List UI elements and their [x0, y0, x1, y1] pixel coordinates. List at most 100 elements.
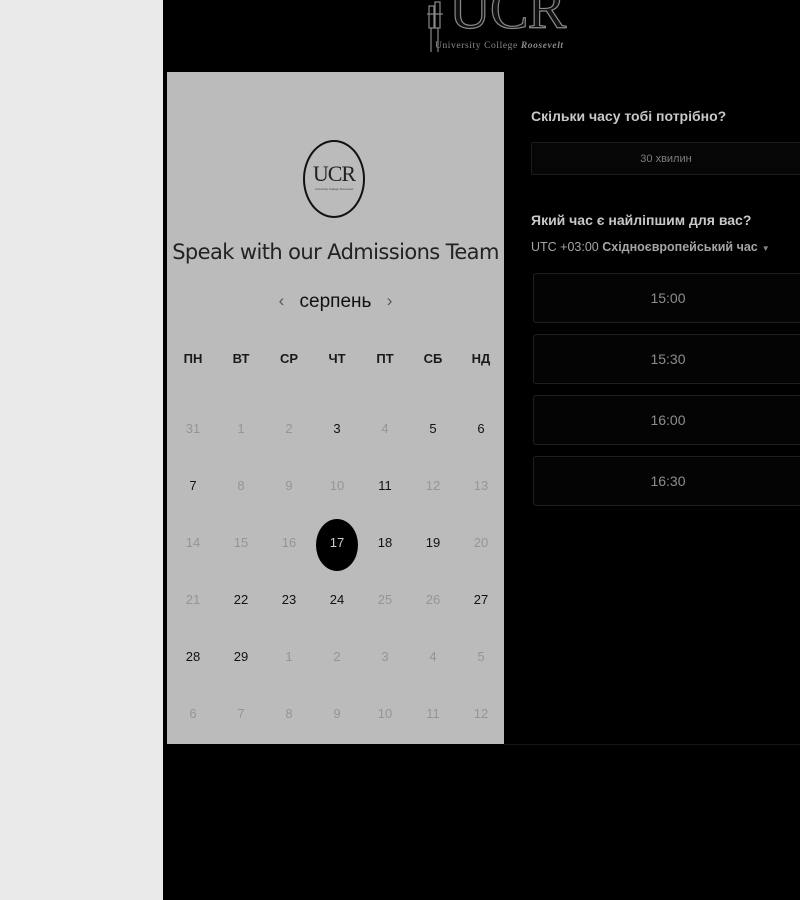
calendar-day: 25 [361, 571, 409, 628]
calendar-day: 8 [217, 457, 265, 514]
day-number: 21 [185, 592, 201, 607]
day-number: 4 [429, 649, 437, 664]
timezone-selector[interactable]: UTC +03:00 Східноєвропейський час ▼ [531, 240, 770, 254]
weekday-label: ЧТ [328, 351, 346, 366]
logo-subtitle: University College Roosevelt [435, 41, 564, 51]
time-slot-button[interactable]: 16:00 [533, 395, 800, 445]
weekday-label: СБ [423, 351, 443, 366]
time-slot-button[interactable]: 15:30 [533, 334, 800, 384]
logo-letters: UCR [448, 0, 566, 41]
day-number: 9 [285, 478, 293, 493]
calendar-day: 14 [169, 514, 217, 571]
day-number: 24 [329, 592, 345, 607]
calendar-day: 2 [313, 628, 361, 685]
calendar-day[interactable]: 22 [217, 571, 265, 628]
day-number: 4 [381, 421, 389, 436]
calendar-day: 2 [265, 400, 313, 457]
day-number: 12 [425, 478, 441, 493]
calendar-day: 5 [457, 628, 505, 685]
calendar-day: 10 [313, 457, 361, 514]
calendar-day: 1 [265, 628, 313, 685]
time-slot-button[interactable]: 15:00 [533, 273, 800, 323]
calendar-day[interactable]: 3 [313, 400, 361, 457]
calendar-day[interactable]: 6 [457, 400, 505, 457]
weekday-label: ВТ [232, 351, 250, 366]
day-number: 11 [426, 706, 440, 721]
calendar-day[interactable]: 29 [217, 628, 265, 685]
calendar-day: 9 [313, 685, 361, 742]
divider [504, 744, 800, 745]
calendar-day: 3 [361, 628, 409, 685]
day-number: 1 [285, 649, 293, 664]
day-number: 22 [233, 592, 249, 607]
ucr-circle-logo: UCR University College Roosevelt [303, 140, 365, 218]
day-number: 10 [377, 706, 393, 721]
calendar-day: 20 [457, 514, 505, 571]
prev-month-button[interactable]: ‹ [269, 291, 295, 311]
day-number: 11 [378, 478, 392, 493]
chevron-down-icon: ▼ [761, 244, 770, 253]
ucr-header-logo: UCR University College Roosevelt [425, 0, 595, 60]
day-number: 8 [285, 706, 293, 721]
weekday-label: ПН [183, 351, 203, 366]
calendar-day: 1 [217, 400, 265, 457]
day-number: 15 [233, 535, 249, 550]
calendar-day: 6 [169, 685, 217, 742]
day-number: 26 [425, 592, 441, 607]
calendar-day: 26 [409, 571, 457, 628]
weekday-header: ПН ВТ СР ЧТ ПТ СБ НД [169, 351, 505, 366]
day-number: 28 [185, 649, 201, 664]
calendar-day[interactable]: 7 [169, 457, 217, 514]
calendar-day: 7 [217, 685, 265, 742]
day-number: 18 [377, 535, 393, 550]
month-label: серпень [299, 291, 372, 312]
calendar-day[interactable]: 11 [361, 457, 409, 514]
day-number: 29 [233, 649, 249, 664]
day-number: 19 [425, 535, 441, 550]
left-background [0, 0, 163, 900]
day-number: 2 [333, 649, 341, 664]
calendar-card: UCR University College Roosevelt Speak w… [167, 72, 504, 744]
day-number: 23 [281, 592, 297, 607]
day-number: 5 [477, 649, 485, 664]
duration-heading: Скільки часу тобі потрібно? [531, 108, 727, 124]
time-heading: Який час є найліпшим для вас? [531, 212, 752, 228]
day-number: 5 [429, 421, 437, 436]
time-slot-button[interactable]: 16:30 [533, 456, 800, 506]
day-number: 7 [189, 478, 197, 493]
weekday-label: СР [279, 351, 299, 366]
day-number: 9 [333, 706, 341, 721]
calendar-day[interactable]: 27 [457, 571, 505, 628]
calendar-day: 4 [361, 400, 409, 457]
next-month-button[interactable]: › [377, 291, 403, 311]
calendar-title: Speak with our Admissions Team [172, 240, 499, 264]
calendar-day[interactable]: 18 [361, 514, 409, 571]
calendar-day[interactable]: 19 [409, 514, 457, 571]
calendar-day: 21 [169, 571, 217, 628]
calendar-day: 15 [217, 514, 265, 571]
calendar-day[interactable]: 5 [409, 400, 457, 457]
calendar-day: 8 [265, 685, 313, 742]
calendar-day[interactable]: 24 [313, 571, 361, 628]
calendar-day: 9 [265, 457, 313, 514]
day-number: 25 [377, 592, 393, 607]
day-number: 16 [281, 535, 297, 550]
timezone-offset: UTC +03:00 [531, 240, 603, 254]
calendar-day: 12 [409, 457, 457, 514]
day-number: 17 [316, 519, 358, 571]
day-number: 13 [473, 478, 489, 493]
day-number: 6 [189, 706, 197, 721]
day-number: 8 [237, 478, 245, 493]
day-number: 27 [473, 592, 489, 607]
calendar-day: 11 [409, 685, 457, 742]
calendar-day: 12 [457, 685, 505, 742]
day-number: 2 [285, 421, 293, 436]
timezone-name: Східноєвропейський час [602, 240, 758, 254]
circle-logo-subtitle: University College Roosevelt [314, 187, 354, 191]
duration-select[interactable]: 30 хвилин [531, 142, 800, 175]
calendar-day[interactable]: 23 [265, 571, 313, 628]
selected-day[interactable]: 17 [313, 514, 361, 571]
calendar-day: 13 [457, 457, 505, 514]
month-navigation: ‹ серпень › [167, 291, 504, 315]
calendar-day[interactable]: 28 [169, 628, 217, 685]
